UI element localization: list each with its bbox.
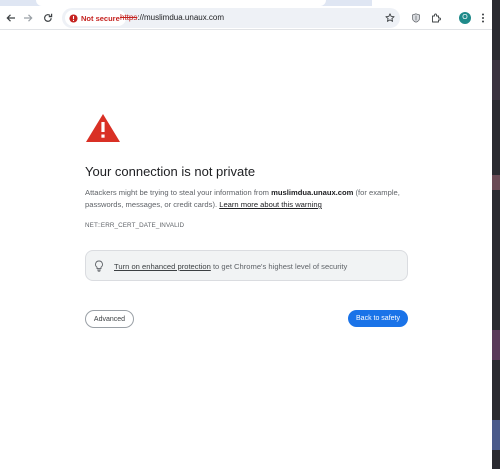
explanation-prefix: Attackers might be trying to steal your … xyxy=(85,188,272,197)
site-host: muslimdua.unaux.com xyxy=(271,188,354,197)
promo-suffix: to get Chrome's highest level of securit… xyxy=(210,262,348,271)
back-to-safety-button[interactable]: Back to safety xyxy=(348,310,408,327)
avatar: O xyxy=(459,12,471,24)
url-text[interactable]: https://muslimdua.unaux.com xyxy=(120,13,224,22)
reload-icon xyxy=(44,13,53,22)
reload-button[interactable] xyxy=(38,8,58,28)
shield-icon xyxy=(412,13,420,23)
lightbulb-icon xyxy=(95,260,103,272)
desktop-glow xyxy=(492,330,500,360)
arrow-left-icon xyxy=(6,14,15,22)
forward-button[interactable] xyxy=(18,8,38,28)
error-code: NET::ERR_CERT_DATE_INVALID xyxy=(85,222,185,229)
puzzle-icon xyxy=(432,13,441,23)
kebab-menu-icon xyxy=(482,13,484,23)
desktop-glow xyxy=(492,420,500,450)
warning-triangle-icon xyxy=(85,113,121,148)
omnibox[interactable]: Not secure https://muslimdua.unaux.com xyxy=(62,8,400,28)
desktop-background xyxy=(492,0,500,469)
extensions-button[interactable] xyxy=(426,8,446,28)
security-chip-label: Not secure xyxy=(81,13,120,23)
profile-button[interactable]: O xyxy=(455,8,475,28)
star-icon xyxy=(385,13,395,22)
enhanced-protection-promo: Turn on enhanced protection to get Chrom… xyxy=(85,250,408,281)
arrow-right-icon xyxy=(24,14,33,22)
enhanced-protection-link[interactable]: Turn on enhanced protection xyxy=(114,262,211,271)
learn-more-link[interactable]: Learn more about this warning xyxy=(219,200,322,209)
security-chip[interactable]: Not secure xyxy=(65,10,126,26)
advanced-button[interactable]: Advanced xyxy=(85,310,134,328)
menu-button[interactable] xyxy=(473,8,493,28)
url-host: ://muslimdua.unaux.com xyxy=(137,13,225,22)
explanation-paragraph: Attackers might be trying to steal your … xyxy=(85,187,420,211)
desktop-glow xyxy=(492,175,500,190)
extension-shield-button[interactable] xyxy=(406,8,426,28)
promo-text: Turn on enhanced protection to get Chrom… xyxy=(114,262,347,271)
bookmark-button[interactable] xyxy=(380,8,400,28)
desktop-glow xyxy=(492,60,500,100)
url-scheme: https xyxy=(120,13,138,22)
warning-circle-icon xyxy=(69,13,78,23)
browser-toolbar: Not secure https://muslimdua.unaux.com O xyxy=(0,6,492,30)
page-title: Your connection is not private xyxy=(85,164,256,179)
